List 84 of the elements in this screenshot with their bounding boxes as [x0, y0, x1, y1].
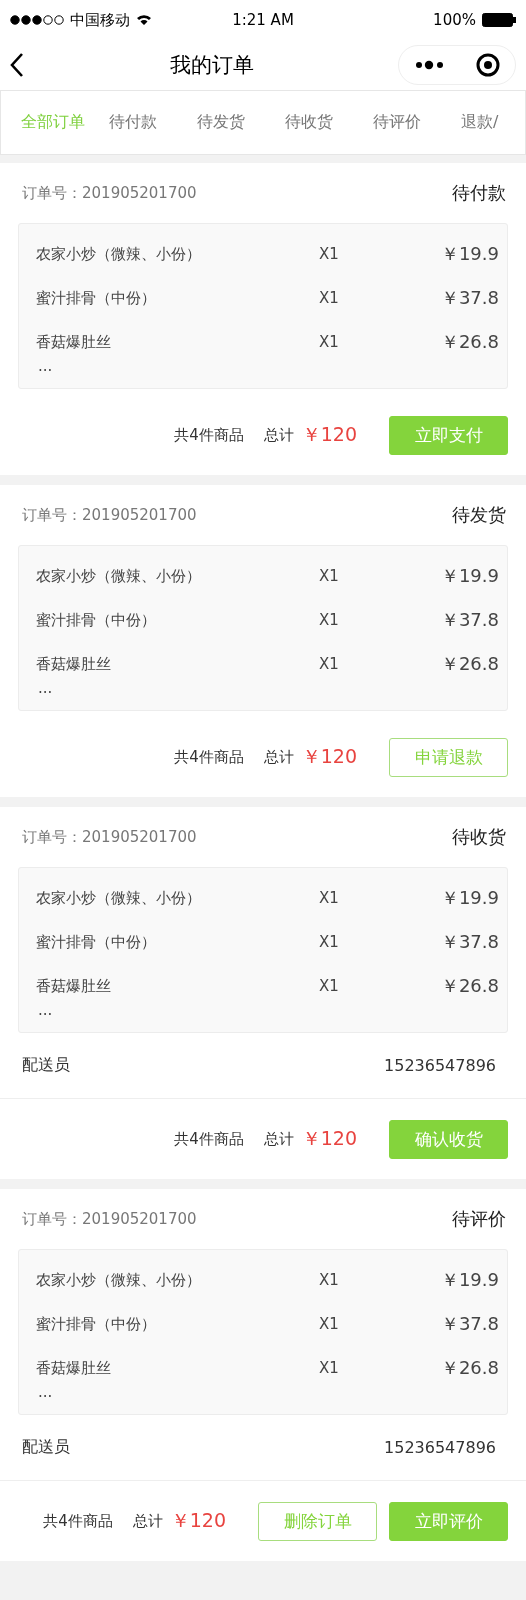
item-price: ￥37.8: [439, 1312, 499, 1336]
item-price: ￥26.8: [439, 330, 499, 354]
item-quantity: X1: [319, 1359, 340, 1377]
item-name: 蜜汁排骨（中份）: [36, 1314, 157, 1334]
item-quantity: X1: [319, 889, 340, 907]
battery-percent: 100%: [433, 11, 476, 29]
item-price: ￥19.9: [439, 242, 499, 266]
carrier-name: 中国移动: [70, 10, 130, 30]
item-name: 香菇爆肚丝: [36, 332, 112, 352]
item-quantity: X1: [319, 1315, 340, 1333]
item-price: ￥26.8: [439, 1356, 499, 1380]
item-name: 香菇爆肚丝: [36, 654, 112, 674]
order-status: 待收货: [452, 825, 506, 849]
more-ellipsis: ···: [37, 1008, 54, 1022]
more-icon[interactable]: [414, 60, 445, 70]
item-name: 香菇爆肚丝: [36, 976, 112, 996]
order-tab[interactable]: 待发货: [197, 112, 285, 133]
action-button[interactable]: 删除订单: [258, 1501, 377, 1541]
order-number: 订单号：201905201700: [22, 1209, 197, 1229]
item-count: 共4件商品: [174, 747, 244, 767]
order-status: 待发货: [452, 503, 506, 527]
item-quantity: X1: [319, 1271, 340, 1289]
clock-time: 1:21 AM: [232, 11, 294, 29]
order-tab[interactable]: 退款/: [461, 112, 525, 133]
page-title: 我的订单: [170, 52, 254, 79]
total-label: 总计: [263, 747, 294, 767]
order-number: 订单号：201905201700: [22, 183, 197, 203]
item-name: 农家小炒（微辣、小份）: [36, 888, 202, 908]
total-amount: ￥120: [301, 422, 357, 447]
wifi-icon: [136, 14, 152, 26]
item-count: 共4件商品: [174, 425, 244, 445]
signal-icon: [10, 15, 64, 25]
item-price: ￥37.8: [439, 608, 499, 632]
order-tab[interactable]: 待付款: [109, 112, 197, 133]
order-tab[interactable]: 待收货: [285, 112, 373, 133]
action-button[interactable]: 立即支付: [389, 415, 508, 455]
item-name: 蜜汁排骨（中份）: [36, 288, 157, 308]
item-price: ￥37.8: [439, 930, 499, 954]
courier-phone: 15236547896: [384, 1056, 496, 1075]
item-price: ￥19.9: [439, 886, 499, 910]
item-quantity: X1: [319, 567, 340, 585]
item-name: 蜜汁排骨（中份）: [36, 932, 157, 952]
total-label: 总计: [263, 425, 294, 445]
item-quantity: X1: [319, 289, 340, 307]
item-quantity: X1: [319, 977, 340, 995]
total-label: 总计: [263, 1129, 294, 1149]
back-icon[interactable]: [8, 52, 26, 78]
order-status: 待付款: [452, 181, 506, 205]
item-name: 农家小炒（微辣、小份）: [36, 566, 202, 586]
more-ellipsis: ···: [37, 364, 54, 378]
item-count: 共4件商品: [174, 1129, 244, 1149]
item-price: ￥19.9: [439, 564, 499, 588]
item-price: ￥26.8: [439, 652, 499, 676]
order-status: 待评价: [452, 1207, 506, 1231]
item-quantity: X1: [319, 245, 340, 263]
total-amount: ￥120: [170, 1508, 226, 1533]
total-label: 总计: [132, 1511, 163, 1531]
total-amount: ￥120: [301, 744, 357, 769]
courier-label: 配送员: [22, 1437, 70, 1458]
item-name: 农家小炒（微辣、小份）: [36, 1270, 202, 1290]
total-amount: ￥120: [301, 1126, 357, 1151]
item-name: 蜜汁排骨（中份）: [36, 610, 157, 630]
item-quantity: X1: [319, 333, 340, 351]
courier-label: 配送员: [22, 1055, 70, 1076]
battery-icon: [482, 13, 516, 27]
item-name: 农家小炒（微辣、小份）: [36, 244, 202, 264]
item-price: ￥26.8: [439, 974, 499, 998]
action-button[interactable]: 申请退款: [389, 737, 508, 777]
courier-phone: 15236547896: [384, 1438, 496, 1457]
order-tab[interactable]: 全部订单: [21, 112, 109, 133]
order-number: 订单号：201905201700: [22, 505, 197, 525]
item-quantity: X1: [319, 611, 340, 629]
item-price: ￥19.9: [439, 1268, 499, 1292]
item-quantity: X1: [319, 933, 340, 951]
action-button[interactable]: 确认收货: [389, 1119, 508, 1159]
action-button[interactable]: 立即评价: [389, 1501, 508, 1541]
item-name: 香菇爆肚丝: [36, 1358, 112, 1378]
item-price: ￥37.8: [439, 286, 499, 310]
order-number: 订单号：201905201700: [22, 827, 197, 847]
more-ellipsis: ···: [37, 1390, 54, 1404]
more-ellipsis: ···: [37, 686, 54, 700]
item-count: 共4件商品: [43, 1511, 113, 1531]
item-quantity: X1: [319, 655, 340, 673]
order-tab[interactable]: 待评价: [373, 112, 461, 133]
